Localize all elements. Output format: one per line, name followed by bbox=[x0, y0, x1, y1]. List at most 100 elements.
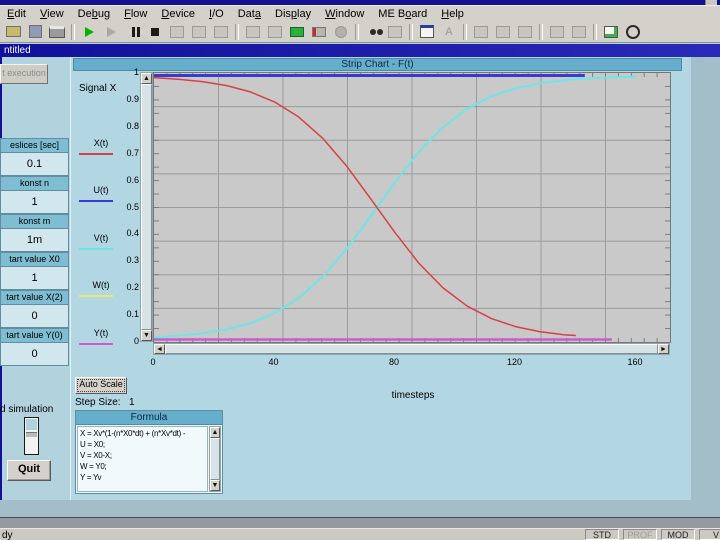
param-label: konst m bbox=[1, 215, 68, 229]
save-icon[interactable] bbox=[25, 23, 45, 41]
toolbar-separator bbox=[593, 24, 597, 40]
menu-item-help[interactable]: Help bbox=[434, 6, 471, 22]
pause-icon[interactable] bbox=[123, 23, 143, 41]
param-value[interactable]: 1m bbox=[1, 229, 68, 251]
slider-handle[interactable] bbox=[26, 432, 37, 437]
find-icon[interactable] bbox=[363, 23, 383, 41]
plot-area bbox=[153, 72, 671, 343]
print-icon[interactable] bbox=[47, 23, 67, 41]
menu-item-data[interactable]: Data bbox=[231, 6, 268, 22]
open-icon[interactable] bbox=[3, 23, 23, 41]
font-icon[interactable]: A bbox=[439, 23, 459, 41]
timer-icon[interactable] bbox=[623, 23, 643, 41]
y-tick-label: 0.9 bbox=[113, 94, 139, 104]
replace-icon[interactable] bbox=[547, 23, 567, 41]
status-indicator-prof: PROF bbox=[623, 529, 657, 540]
y-tick-label: 1 bbox=[113, 67, 139, 77]
auto-scale-button[interactable]: Auto Scale bbox=[75, 377, 127, 394]
step-size-value: 1 bbox=[129, 397, 135, 408]
step-icon[interactable] bbox=[101, 23, 121, 41]
param-value[interactable]: 1 bbox=[1, 191, 68, 213]
param-value[interactable]: 1 bbox=[1, 267, 68, 289]
paste-icon[interactable] bbox=[515, 23, 535, 41]
menu-item-display[interactable]: Display bbox=[268, 6, 318, 22]
status-bar: dy STDPROFMODV bbox=[0, 529, 720, 540]
workspace-bottom-margin bbox=[0, 500, 720, 517]
scroll-down-button[interactable]: ▼ bbox=[210, 480, 220, 491]
formula-line: W = Y0; bbox=[80, 461, 205, 472]
menu-item-i-o[interactable]: I/O bbox=[202, 6, 231, 22]
run-icon[interactable] bbox=[79, 23, 99, 41]
series-xt bbox=[154, 78, 576, 336]
globe-icon[interactable] bbox=[331, 23, 351, 41]
param-box: konst n1 bbox=[0, 176, 69, 214]
param-value[interactable]: 0.1 bbox=[1, 153, 68, 175]
download-icon[interactable] bbox=[243, 23, 263, 41]
board-connect-icon[interactable] bbox=[287, 23, 307, 41]
quit-button[interactable]: Quit bbox=[7, 460, 51, 481]
replace-all-icon[interactable] bbox=[569, 23, 589, 41]
y-tick-label: 0.6 bbox=[113, 175, 139, 185]
simulation-slider[interactable] bbox=[24, 417, 39, 455]
scroll-thumb[interactable] bbox=[165, 344, 658, 354]
menu-item-view[interactable]: View bbox=[33, 6, 71, 22]
cut-icon[interactable] bbox=[471, 23, 491, 41]
workspace-right-margin bbox=[691, 57, 720, 500]
status-message: dy bbox=[2, 530, 13, 540]
menu-item-me-board[interactable]: ME Board bbox=[371, 6, 434, 22]
legend-color-line bbox=[79, 343, 113, 345]
menu-item-window[interactable]: Window bbox=[318, 6, 371, 22]
status-indicator-std: STD bbox=[585, 529, 619, 540]
legend-label-ut: U(t) bbox=[79, 185, 123, 195]
y-tick-label: 0.4 bbox=[113, 228, 139, 238]
x-tick-label: 80 bbox=[379, 357, 409, 367]
formula-scrollbar[interactable]: ▲▼ bbox=[209, 426, 221, 492]
find-next-icon[interactable] bbox=[385, 23, 405, 41]
copy-icon[interactable] bbox=[493, 23, 513, 41]
menu-item-debug[interactable]: Debug bbox=[71, 6, 117, 22]
param-value[interactable]: 0 bbox=[1, 343, 68, 365]
param-box: konst m1m bbox=[0, 214, 69, 252]
chart-vertical-scrollbar[interactable]: ▲▼ bbox=[140, 72, 153, 342]
legend-label-xt: X(t) bbox=[79, 138, 123, 148]
y-tick-label: 0.2 bbox=[113, 282, 139, 292]
formula-listbox[interactable]: X = Xv*(1-(n*X0*dt) + (n*Xv*dt) -U = X0;… bbox=[77, 426, 208, 492]
scroll-left-button[interactable]: ◄ bbox=[154, 344, 165, 354]
param-value[interactable]: 0 bbox=[1, 305, 68, 327]
pages-icon[interactable] bbox=[265, 23, 285, 41]
scroll-down-button[interactable]: ▼ bbox=[141, 330, 152, 341]
legend-color-line bbox=[79, 200, 113, 202]
step-into-icon[interactable] bbox=[167, 23, 187, 41]
chart-horizontal-scrollbar[interactable]: ◄► bbox=[153, 343, 670, 355]
step-out-icon[interactable] bbox=[211, 23, 231, 41]
toolbar-separator bbox=[355, 24, 359, 40]
menu-item-flow[interactable]: Flow bbox=[117, 6, 154, 22]
slider-fill bbox=[26, 419, 37, 430]
scroll-up-button[interactable]: ▲ bbox=[210, 427, 220, 438]
scroll-thumb[interactable] bbox=[141, 84, 152, 330]
param-label: tart value Y(0) bbox=[1, 329, 68, 343]
formula-line: V = X0-X; bbox=[80, 450, 205, 461]
step-over-icon[interactable] bbox=[189, 23, 209, 41]
menu-item-device[interactable]: Device bbox=[154, 6, 202, 22]
stop-icon[interactable] bbox=[145, 23, 165, 41]
properties-icon[interactable] bbox=[417, 23, 437, 41]
param-label: eslices [sec] bbox=[1, 139, 68, 153]
toolbar-separator bbox=[71, 24, 75, 40]
execution-button[interactable]: t execution bbox=[0, 64, 48, 84]
scroll-right-button[interactable]: ► bbox=[658, 344, 669, 354]
board-run-icon[interactable] bbox=[309, 23, 329, 41]
chart-icon[interactable] bbox=[601, 23, 621, 41]
x-tick-label: 120 bbox=[500, 357, 530, 367]
y-tick-label: 0 bbox=[113, 336, 139, 346]
legend-color-line bbox=[79, 153, 113, 155]
strip-chart-canvas bbox=[154, 73, 670, 342]
y-tick-label: 0.7 bbox=[113, 148, 139, 158]
status-indicator-v: V bbox=[699, 529, 720, 540]
scroll-up-button[interactable]: ▲ bbox=[141, 73, 152, 84]
param-label: konst n bbox=[1, 177, 68, 191]
document-titlebar[interactable]: ntitled bbox=[0, 44, 720, 57]
x-tick-label: 160 bbox=[620, 357, 650, 367]
scroll-thumb[interactable] bbox=[210, 438, 220, 480]
menu-item-edit[interactable]: Edit bbox=[0, 6, 33, 22]
